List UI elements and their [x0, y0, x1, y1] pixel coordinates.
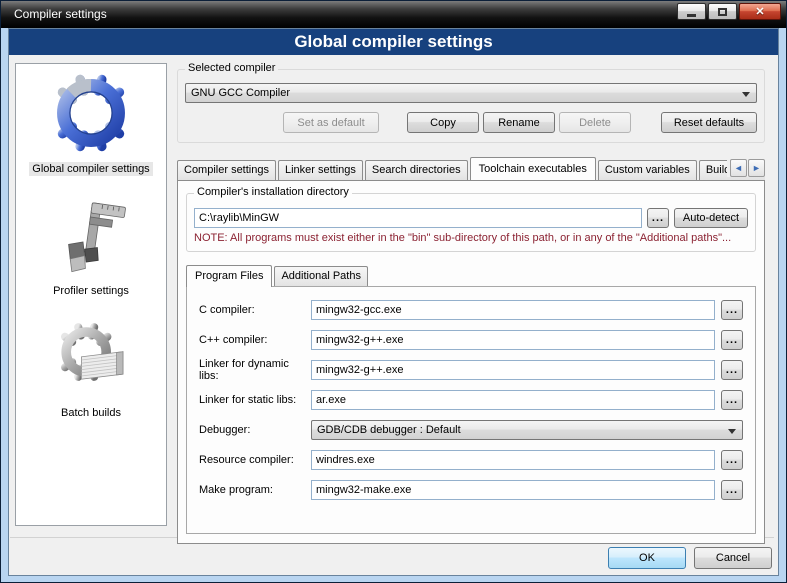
- arrow-right-icon: ►: [752, 163, 761, 173]
- installation-directory-input[interactable]: [194, 208, 642, 228]
- delete-button[interactable]: Delete: [559, 112, 631, 133]
- installation-directory-browse-button[interactable]: ...: [647, 208, 669, 228]
- restore-icon: [718, 8, 727, 16]
- tab-scroll-controls: ◄ ►: [727, 159, 765, 177]
- field-label: Resource compiler:: [199, 454, 311, 466]
- field-label: Make program:: [199, 484, 311, 496]
- program-files-panel: C compiler: ... C++ compiler: ...: [186, 286, 756, 534]
- field-label: Linker for static libs:: [199, 394, 311, 406]
- toolchain-executables-panel: Compiler's installation directory ... Au…: [177, 180, 765, 544]
- sidebar-item-label: Batch builds: [58, 406, 124, 420]
- selected-compiler-group-label: Selected compiler: [185, 62, 278, 74]
- minimize-button[interactable]: [677, 3, 706, 20]
- chevron-down-icon: [742, 92, 750, 97]
- tab-scroll-left-button[interactable]: ◄: [730, 159, 747, 177]
- settings-category-list: Global compiler settings: [15, 63, 167, 526]
- tab-compiler-settings[interactable]: Compiler settings: [177, 160, 276, 180]
- rename-button[interactable]: Rename: [483, 112, 555, 133]
- set-as-default-button[interactable]: Set as default: [283, 112, 379, 133]
- cpp-compiler-browse-button[interactable]: ...: [721, 330, 743, 350]
- copy-button[interactable]: Copy: [407, 112, 479, 133]
- ok-button[interactable]: OK: [608, 547, 686, 569]
- c-compiler-browse-button[interactable]: ...: [721, 300, 743, 320]
- caliper-icon: [51, 198, 131, 278]
- make-program-input[interactable]: [311, 480, 715, 500]
- autodetect-button[interactable]: Auto-detect: [674, 208, 748, 228]
- static-linker-browse-button[interactable]: ...: [721, 390, 743, 410]
- form-row-make-program: Make program: ...: [199, 479, 743, 501]
- dialog-client-area: Global compiler settings: [8, 28, 779, 576]
- gray-gear-stack-icon: [51, 320, 131, 400]
- field-label: Debugger:: [199, 424, 311, 436]
- resource-compiler-browse-button[interactable]: ...: [721, 450, 743, 470]
- dynamic-linker-input[interactable]: [311, 360, 715, 380]
- debugger-select[interactable]: GDB/CDB debugger : Default: [311, 420, 743, 440]
- sidebar-item-label: Profiler settings: [50, 284, 132, 298]
- c-compiler-input[interactable]: [311, 300, 715, 320]
- field-label: Linker for dynamic libs:: [199, 358, 311, 382]
- field-label: C++ compiler:: [199, 334, 311, 346]
- reset-defaults-button[interactable]: Reset defaults: [661, 112, 757, 133]
- compiler-select[interactable]: GNU GCC Compiler: [185, 83, 757, 103]
- sidebar-item-profiler-settings[interactable]: Profiler settings: [50, 198, 132, 298]
- close-icon: ✕: [755, 5, 764, 18]
- form-row-debugger: Debugger: GDB/CDB debugger : Default: [199, 419, 743, 441]
- sidebar-item-global-compiler-settings[interactable]: Global compiler settings: [29, 70, 152, 176]
- form-row-cpp-compiler: C++ compiler: ...: [199, 329, 743, 351]
- title-bar[interactable]: Compiler settings ✕: [1, 1, 786, 28]
- installation-directory-group: Compiler's installation directory ... Au…: [186, 193, 756, 252]
- form-row-static-linker: Linker for static libs: ...: [199, 389, 743, 411]
- field-label: C compiler:: [199, 304, 311, 316]
- dynamic-linker-browse-button[interactable]: ...: [721, 360, 743, 380]
- compiler-select-value: GNU GCC Compiler: [191, 87, 290, 99]
- tab-linker-settings[interactable]: Linker settings: [278, 160, 363, 180]
- window-title: Compiler settings: [14, 1, 107, 27]
- tab-program-files[interactable]: Program Files: [186, 265, 272, 287]
- form-row-dynamic-linker: Linker for dynamic libs: ...: [199, 359, 743, 381]
- tab-search-directories[interactable]: Search directories: [365, 160, 468, 180]
- arrow-left-icon: ◄: [734, 163, 743, 173]
- installation-note: NOTE: All programs must exist either in …: [194, 232, 748, 244]
- sidebar-item-batch-builds[interactable]: Batch builds: [51, 320, 131, 420]
- chevron-down-icon: [728, 429, 736, 434]
- tab-toolchain-executables[interactable]: Toolchain executables: [470, 157, 596, 180]
- tab-additional-paths[interactable]: Additional Paths: [274, 266, 368, 286]
- static-linker-input[interactable]: [311, 390, 715, 410]
- selected-compiler-group: Selected compiler GNU GCC Compiler Set a…: [177, 69, 765, 143]
- tab-scroll-right-button[interactable]: ►: [748, 159, 765, 177]
- cpp-compiler-input[interactable]: [311, 330, 715, 350]
- sidebar-item-label: Global compiler settings: [29, 162, 152, 176]
- installation-directory-group-label: Compiler's installation directory: [194, 186, 352, 198]
- restore-button[interactable]: [708, 3, 737, 20]
- close-button[interactable]: ✕: [739, 3, 781, 20]
- settings-tab-strip: Compiler settings Linker settings Search…: [177, 156, 765, 180]
- resource-compiler-input[interactable]: [311, 450, 715, 470]
- minimize-icon: [687, 14, 696, 17]
- blue-gear-icon: [48, 70, 134, 156]
- page-title: Global compiler settings: [9, 29, 778, 55]
- cancel-button[interactable]: Cancel: [694, 547, 772, 569]
- debugger-select-value: GDB/CDB debugger : Default: [317, 424, 461, 436]
- program-files-tab-strip: Program Files Additional Paths: [186, 264, 756, 286]
- make-program-browse-button[interactable]: ...: [721, 480, 743, 500]
- tab-custom-variables[interactable]: Custom variables: [598, 160, 697, 180]
- compiler-settings-window: Compiler settings ✕ Global compiler sett…: [0, 0, 787, 583]
- form-row-c-compiler: C compiler: ...: [199, 299, 743, 321]
- form-row-resource-compiler: Resource compiler: ...: [199, 449, 743, 471]
